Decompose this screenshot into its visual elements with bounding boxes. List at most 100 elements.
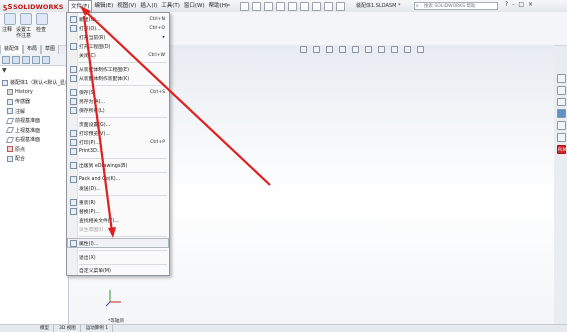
menu-file[interactable]: 文件(F) — [68, 0, 93, 12]
menu-item-new[interactable]: 新建(N)... Ctrl+N — [68, 15, 168, 23]
task-pane-tabs: PLM — [556, 74, 567, 154]
filter-icon[interactable]: ▼ — [2, 67, 10, 75]
menu-item-publish-edrawings[interactable]: 出版到 eDrawings(B) — [68, 161, 168, 169]
menu-separator — [79, 85, 167, 86]
menu-item-send[interactable]: 发送(D)... — [68, 184, 168, 192]
scene-icon[interactable] — [404, 46, 411, 53]
plane-icon — [5, 127, 15, 134]
view-settings-icon[interactable] — [417, 46, 424, 53]
resources-icon[interactable] — [557, 74, 566, 83]
menu-item-save[interactable]: 保存(S) Ctrl+S — [68, 88, 168, 96]
menu-separator — [79, 236, 167, 237]
menu-item-customize-menu[interactable]: 自定义菜单(M) — [68, 266, 168, 274]
tree-item-front-plane[interactable]: 前视基准面 — [2, 116, 68, 126]
tree-item-top-plane[interactable]: 上视基准面 — [2, 126, 68, 136]
tree-item-right-plane[interactable]: 右视基准面 — [2, 135, 68, 145]
configuration-icon[interactable] — [22, 55, 30, 64]
print-icon — [70, 138, 77, 146]
plm-icon[interactable]: PLM — [557, 144, 566, 154]
menu-bar: 文件(F) 编辑(E) 视图(V) 插入(I) 工具(T) 窗口(W) 帮助(H… — [68, 0, 230, 12]
menu-item-make-drawing[interactable]: 从装配体制作工程图(E) — [68, 65, 168, 73]
pin-icon[interactable]: ⊸ — [225, 2, 233, 10]
menu-item-page-setup[interactable]: 页面设置(G)... — [68, 120, 168, 128]
close-button[interactable]: × — [528, 1, 533, 8]
menu-item-open-drawing[interactable]: 打开工程图(D) — [68, 42, 168, 50]
view-orientation-icon[interactable] — [352, 46, 359, 53]
dimxpert-icon[interactable] — [32, 55, 40, 64]
menu-window[interactable]: 窗口(W) — [182, 0, 207, 12]
view-palette-icon[interactable] — [557, 109, 566, 119]
panel-toolbar — [0, 54, 70, 66]
display-manager-icon[interactable] — [42, 55, 50, 64]
menu-item-reload[interactable]: 重装(R) — [68, 198, 168, 206]
feature-tree-icon[interactable] — [2, 55, 10, 64]
menu-item-open[interactable]: 打开(O)... Ctrl+O — [68, 24, 168, 32]
menu-item-save-as[interactable]: 另存为(A)... — [68, 97, 168, 105]
heads-up-toolbar — [300, 46, 424, 53]
blank-icon — [70, 226, 77, 233]
help-icon[interactable]: ? — [505, 1, 508, 8]
make-assembly-icon — [70, 74, 77, 82]
menu-edit[interactable]: 编辑(E) — [92, 0, 115, 12]
tree-item-origin[interactable]: 原点 — [2, 145, 68, 155]
appearance-icon[interactable] — [391, 46, 398, 53]
menu-separator — [79, 195, 167, 196]
previous-view-icon[interactable] — [326, 46, 333, 53]
menu-item-print3d[interactable]: Print3D... — [68, 147, 168, 155]
tree-item-history[interactable]: History — [2, 88, 68, 98]
zoom-area-icon[interactable] — [313, 46, 320, 53]
new-icon[interactable] — [252, 1, 261, 11]
menu-insert[interactable]: 插入(I) — [138, 0, 159, 12]
custom-properties-icon[interactable] — [557, 133, 566, 142]
print-icon[interactable] — [288, 1, 297, 11]
search-input[interactable]: 搜索 SOLIDWORKS 帮助 — [414, 2, 498, 10]
menu-item-replace[interactable]: 替换(P)... — [68, 207, 168, 215]
ribbon-label-2: 设置工作注意 — [16, 27, 32, 39]
save-icon[interactable] — [276, 1, 285, 11]
minimize-button[interactable]: - — [512, 1, 514, 8]
menu-item-print-preview[interactable]: 打印预览(V)... — [68, 129, 168, 137]
origin-icon — [7, 146, 13, 153]
solidworks-logo[interactable]: ƽS SOLIDWORKS — [3, 2, 64, 11]
tree-item-mates[interactable]: 配合 — [2, 154, 68, 164]
undo-icon[interactable] — [300, 1, 309, 11]
menu-item-find-references[interactable]: 查找相关文件(F)... — [68, 216, 168, 224]
select-icon[interactable] — [312, 1, 321, 11]
tree-item-annotations[interactable]: 注解 — [2, 107, 68, 117]
appearances-icon[interactable] — [557, 121, 566, 131]
open-icon[interactable] — [264, 1, 273, 11]
menu-item-pack-and-go[interactable]: Pack and Go(K)... — [68, 175, 168, 183]
menu-view[interactable]: 视图(V) — [115, 0, 138, 12]
ribbon-label-1: 注释 — [2, 27, 13, 33]
check-icon[interactable] — [36, 13, 48, 25]
rebuild-icon[interactable] — [324, 1, 333, 11]
annotation-icon — [7, 108, 13, 115]
zoom-fit-icon[interactable] — [300, 46, 307, 53]
save-all-icon — [70, 106, 77, 114]
coordinate-triad — [105, 290, 121, 307]
command-tabs: 装配体 布局 草图 — [0, 45, 60, 55]
tree-item-sensors[interactable]: 传感器 — [2, 97, 68, 107]
options-icon[interactable] — [336, 1, 345, 11]
hide-show-icon[interactable] — [378, 46, 385, 53]
menu-item-print[interactable]: 打印(P)... Ctrl+P — [68, 138, 168, 146]
design-library-icon[interactable] — [557, 85, 566, 95]
menu-item-close[interactable]: 关闭(C) Ctrl+W — [68, 51, 168, 59]
tree-root[interactable]: 装配体1（默认<默认_显示状 — [2, 78, 75, 88]
menu-item-exit[interactable]: 退出(X) — [68, 253, 168, 261]
maximize-button[interactable]: □ — [518, 1, 524, 8]
menu-item-make-assembly[interactable]: 从装配体制作装配体(K) — [68, 74, 168, 82]
insert-component-icon[interactable] — [4, 13, 16, 25]
property-manager-icon[interactable] — [12, 55, 20, 64]
menu-item-open-recent[interactable]: 打开当前(R) ▸ — [68, 33, 168, 41]
menu-item-properties[interactable]: 属性(I)... — [67, 238, 169, 248]
print3d-icon — [70, 147, 77, 155]
mate-icon[interactable] — [20, 13, 32, 25]
section-view-icon[interactable] — [339, 46, 346, 53]
file-explorer-icon[interactable] — [557, 97, 566, 107]
home-icon[interactable] — [240, 1, 249, 11]
display-style-icon[interactable] — [365, 46, 372, 53]
menu-item-save-all[interactable]: 保存所有(L) — [68, 106, 168, 114]
menu-tools[interactable]: 工具(T) — [159, 0, 182, 12]
blank-icon — [70, 267, 77, 274]
